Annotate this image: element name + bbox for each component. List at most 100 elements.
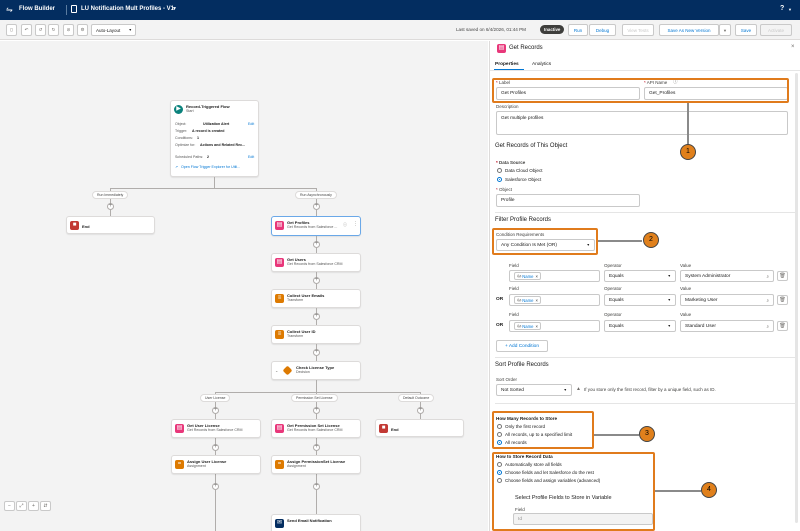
salesforce-object-radio[interactable] xyxy=(497,177,502,182)
add-element-button[interactable]: + xyxy=(417,407,424,414)
get-user-license-node[interactable]: ▤ Get User License Get Records from Sale… xyxy=(171,419,261,438)
chevron-down-icon[interactable]: ▼ xyxy=(172,6,177,12)
operator-select[interactable]: Equals ▼ xyxy=(604,320,676,332)
value-input[interactable]: System Administrator ⌕ xyxy=(680,270,774,282)
assign-user-license-node[interactable]: = Assign User License Assignment xyxy=(171,455,261,474)
start-paths-edit-link[interactable]: Edit xyxy=(248,155,254,159)
add-element-button[interactable]: + xyxy=(212,407,219,414)
highlight-box-4 xyxy=(492,452,655,531)
connector xyxy=(214,177,215,188)
zoom-in-button[interactable]: + xyxy=(28,501,39,511)
redo-alt-button[interactable]: ↻ xyxy=(48,24,59,36)
chevron-down-icon[interactable]: ⌄ xyxy=(275,368,278,373)
help-button[interactable]: ? xyxy=(780,5,784,12)
close-icon[interactable]: × xyxy=(791,44,795,50)
tab-properties[interactable]: Properties xyxy=(495,62,519,67)
add-element-button[interactable]: + xyxy=(212,444,219,451)
delete-row-button[interactable]: 🗑 xyxy=(777,295,788,305)
operator-select[interactable]: Equals ▼ xyxy=(604,270,676,282)
operator-select[interactable]: Equals ▼ xyxy=(604,294,676,306)
get-permission-set-license-node[interactable]: ▤ Get Permission Set License Get Records… xyxy=(271,419,361,438)
field-input[interactable]: A͟a Name × xyxy=(509,294,600,306)
chevron-down-icon[interactable]: ▼ xyxy=(788,7,792,12)
field-input[interactable]: A͟a Name × xyxy=(509,320,600,332)
toggle-panel-button[interactable]: ▯ xyxy=(6,24,17,36)
layout-select[interactable]: Auto-Layout ▼ xyxy=(91,24,136,36)
value-text: System Administrator xyxy=(685,273,731,279)
tab-analytics[interactable]: Analytics xyxy=(532,62,551,67)
delete-row-button[interactable]: 🗑 xyxy=(777,321,788,331)
save-as-new-version-button[interactable]: Save As New Version xyxy=(659,24,719,36)
redo-button[interactable]: ↺ xyxy=(35,24,46,36)
section-divider xyxy=(495,357,795,358)
chevron-down-icon: ▼ xyxy=(667,298,671,302)
delete-row-button[interactable]: 🗑 xyxy=(777,271,788,281)
field-column-label: Field xyxy=(509,286,519,291)
field-input[interactable]: A͟a Name × xyxy=(509,270,600,282)
get-records-icon: ▤ xyxy=(175,424,184,433)
end-node[interactable]: ■ End xyxy=(375,419,464,437)
save-menu-button[interactable]: ▼ xyxy=(719,24,731,36)
start-edit-link[interactable]: Edit xyxy=(248,122,254,126)
remove-icon[interactable]: × xyxy=(535,324,537,329)
add-element-button[interactable]: + xyxy=(313,241,320,248)
add-element-button[interactable]: + xyxy=(313,313,320,320)
get-profiles-node[interactable]: ▤ Get Profiles Get Records from Salesfor… xyxy=(271,216,361,236)
connector xyxy=(110,188,316,189)
callout-badge-1: 1 xyxy=(680,144,696,160)
add-element-button[interactable]: + xyxy=(313,203,320,210)
remove-icon[interactable]: × xyxy=(535,274,537,279)
add-element-button[interactable]: + xyxy=(212,483,219,490)
add-condition-button[interactable]: + Add Condition xyxy=(496,340,548,352)
operator-value: Equals xyxy=(609,273,624,279)
expand-collapse-button[interactable]: ⇵ xyxy=(40,501,51,511)
sort-order-label: Sort Order xyxy=(496,377,518,382)
send-email-notification-node[interactable]: ✉ Send Email Notification xyxy=(271,514,361,531)
remove-icon[interactable]: × xyxy=(535,298,537,303)
start-node[interactable]: ▶ Record-Triggered Flow Start Object: Ut… xyxy=(170,100,259,177)
save-button[interactable]: Save xyxy=(735,24,757,36)
add-element-button[interactable]: + xyxy=(313,277,320,284)
add-element-button[interactable]: + xyxy=(107,203,114,210)
collect-user-id-node[interactable]: ≡ Collect User ID Transform xyxy=(271,325,361,344)
check-license-type-node[interactable]: ⌄ Check License Type Decision xyxy=(271,361,361,380)
activate-button[interactable]: Activate xyxy=(760,24,792,36)
collect-user-emails-node[interactable]: ≡ Collect User Emails Transform xyxy=(271,289,361,308)
value-input[interactable]: Standard User ⌕ xyxy=(680,320,774,332)
undo-button[interactable]: ↶ xyxy=(21,24,32,36)
trigger-explorer-link[interactable]: Open Flow Trigger Explorer for Utili... xyxy=(181,165,240,169)
get-records-icon: ▤ xyxy=(275,258,284,267)
node-subtitle: Get Records from Salesforce CRM xyxy=(287,428,343,432)
value-column-label: Value xyxy=(680,312,692,317)
sort-order-select[interactable]: Not Sorted ▼ xyxy=(496,384,572,396)
layout-label: Auto-Layout xyxy=(96,27,121,33)
more-options-icon[interactable]: ⋮ xyxy=(353,221,358,227)
panel-scrollbar[interactable] xyxy=(795,73,798,523)
description-textarea[interactable]: Get multiple profiles xyxy=(496,111,788,135)
add-element-button[interactable]: + xyxy=(313,483,320,490)
add-element-button[interactable]: + xyxy=(313,407,320,414)
warning-icon: ▲ xyxy=(576,386,581,392)
view-tests-button[interactable]: View Tests xyxy=(622,24,654,36)
value-input[interactable]: Marketing User ⌕ xyxy=(680,294,774,306)
end-node[interactable]: ■ End xyxy=(66,216,155,234)
flow-title[interactable]: LU Notification Mult Profiles - V1 xyxy=(81,6,174,12)
get-records-icon: ▤ xyxy=(275,221,284,230)
assign-permissionset-license-node[interactable]: = Assign PermissionSet License Assignmen… xyxy=(271,455,361,474)
description-label: Description xyxy=(496,104,519,109)
data-cloud-object-radio[interactable] xyxy=(497,168,502,173)
add-element-button[interactable]: + xyxy=(313,349,320,356)
get-users-node[interactable]: ▤ Get Users Get Records from Salesforce … xyxy=(271,253,361,272)
object-input[interactable]: Profile xyxy=(496,194,640,207)
settings-button[interactable]: ⚙ xyxy=(77,24,88,36)
flow-canvas[interactable]: ▶ Record-Triggered Flow Start Object: Ut… xyxy=(0,41,488,531)
run-button[interactable]: Run xyxy=(568,24,588,36)
end-label: End xyxy=(391,427,399,432)
debug-button[interactable]: Debug xyxy=(589,24,616,36)
zoom-out-button[interactable]: − xyxy=(4,501,15,511)
errors-button[interactable]: ⊘ xyxy=(63,24,74,36)
branch-label: Default Outcome xyxy=(398,394,435,402)
fit-view-button[interactable]: ⤢ xyxy=(16,501,27,511)
add-element-button[interactable]: + xyxy=(313,444,320,451)
callout-connector-4 xyxy=(655,490,701,492)
